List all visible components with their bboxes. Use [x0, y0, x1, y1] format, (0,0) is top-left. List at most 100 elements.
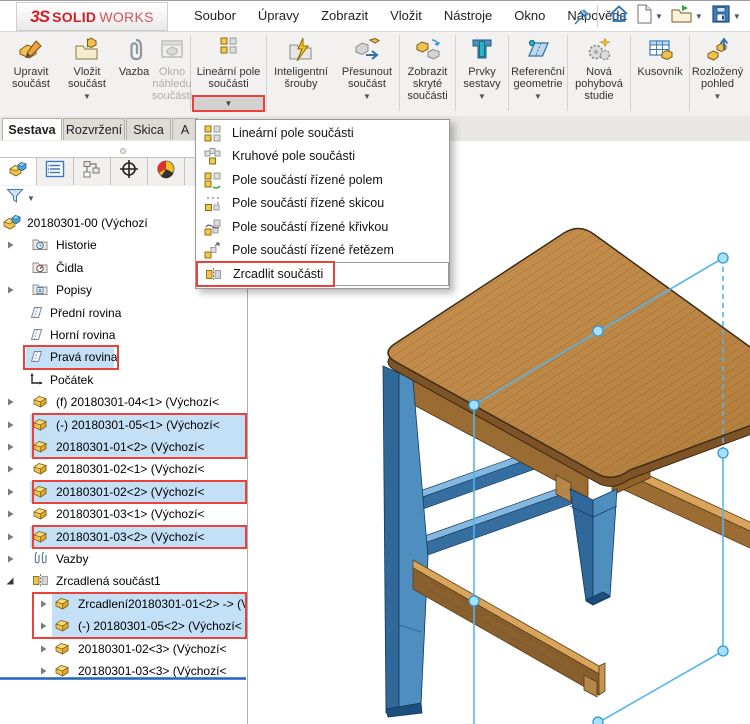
ribbon-button-referencni-geometrie[interactable]: Referenční geometrie ▼	[509, 32, 567, 114]
ribbon-button-label: Zobrazit skryté součásti	[407, 66, 448, 102]
ribbon-button-zobrazit-skryte-soucasti[interactable]: Zobrazit skryté součásti	[400, 32, 455, 114]
dropdown-caret-icon[interactable]: ▼	[655, 12, 663, 21]
ribbon-button-vazba[interactable]: Vazba	[114, 32, 154, 114]
tree-row[interactable]: Vazby	[0, 548, 247, 570]
expander-collapsed-icon[interactable]	[4, 486, 16, 498]
flyout-arrow-highlighted[interactable]: ▼	[192, 95, 265, 112]
doc-tab-rozvržení[interactable]: Rozvržení	[63, 118, 125, 140]
tree-item-label: Zrcadlená součást1	[56, 574, 161, 589]
menu-item-pole-sou-st-zen-et-zem[interactable]: Pole součástí řízené řetězem	[196, 239, 449, 262]
tree-row[interactable]: (-) 20180301-05<1> (Výchozí<	[0, 413, 247, 436]
folder-annot-icon: A	[32, 281, 48, 300]
ribbon-button-label: Vložit součást	[68, 66, 106, 90]
dropdown-caret-icon[interactable]: ▼	[733, 12, 741, 21]
expander-expanded-icon[interactable]	[4, 575, 16, 587]
menu-item-line-rn-pole-sou-sti[interactable]: Lineární pole součásti	[196, 122, 449, 145]
rollback-bar[interactable]	[0, 677, 246, 680]
menu-nstroje[interactable]: Nástroje	[433, 1, 503, 31]
linear-pattern-icon	[204, 125, 221, 145]
motion-study-icon	[586, 37, 612, 65]
menu-soubor[interactable]: Soubor	[183, 1, 247, 31]
expander-collapsed-icon[interactable]	[37, 598, 49, 610]
expander-collapsed-icon[interactable]	[4, 284, 16, 296]
ribbon-button-vlozit-soucast[interactable]: Vložit součást ▼	[60, 32, 114, 114]
home-button[interactable]	[606, 4, 632, 28]
ribbon-button-label: Lineární pole součásti	[196, 66, 261, 90]
expander-collapsed-icon[interactable]	[4, 463, 16, 475]
menu-item-pole-sou-st-zen-polem[interactable]: Pole součástí řízené polem	[196, 169, 449, 192]
expander-collapsed-icon[interactable]	[4, 508, 16, 520]
dropdown-caret-icon[interactable]: ▼	[695, 12, 703, 21]
logo-3s: 3S	[30, 6, 50, 26]
open-document-button[interactable]: ▼	[668, 4, 708, 28]
tree-item-label: 20180301-03<2> (Výchozí<	[56, 529, 205, 544]
menu-item-kruhov-pole-sou-sti[interactable]: Kruhové pole součásti	[196, 145, 449, 168]
flyout-arrow-icon[interactable]: ▼	[534, 92, 542, 101]
flyout-arrow-icon[interactable]: ▼	[478, 92, 486, 101]
menu-item-label: Pole součástí řízené polem	[232, 172, 383, 187]
save-button[interactable]: ▼	[708, 4, 746, 28]
flyout-arrow-icon[interactable]: ▼	[83, 92, 91, 101]
ribbon-button-presunout-soucast[interactable]: Přesunout součást ▼	[335, 32, 399, 114]
ribbon-button-upravit-soucast[interactable]: Upravit součást	[2, 32, 60, 114]
tree-row[interactable]: 20180301-03<2> (Výchozí<	[0, 525, 247, 548]
edit-part-icon	[18, 37, 44, 65]
tree-row[interactable]: Pravá rovina	[0, 346, 247, 369]
tree-item-label: (-) 20180301-05<2> (Výchozí<	[78, 619, 242, 634]
mirror-icon	[32, 572, 49, 591]
ribbon-button-prvky-sestavy[interactable]: Prvky sestavy ▼	[456, 32, 508, 114]
floating-wood-slat[interactable]	[412, 559, 606, 698]
expander-collapsed-icon[interactable]	[37, 665, 49, 677]
tree-item-label: 20180301-02<1> (Výchozí<	[56, 462, 205, 477]
new-document-button[interactable]: ▼	[632, 3, 668, 28]
ribbon-button-nova-pohybova-studie[interactable]: Nová pohybová studie	[568, 32, 630, 114]
expander-collapsed-icon[interactable]	[37, 620, 49, 632]
menu-pravy[interactable]: Úpravy	[247, 1, 310, 31]
doc-tab-sestava[interactable]: Sestava	[2, 118, 62, 140]
menu-okno[interactable]: Okno	[503, 1, 556, 31]
menu-item-pole-sou-st-zen-k-ivkou[interactable]: Pole součástí řízené křivkou	[196, 216, 449, 239]
tree-row[interactable]: Zrcadlená součást1	[0, 570, 247, 592]
expander-collapsed-icon[interactable]	[4, 239, 16, 251]
ribbon-button-kusovnik[interactable]: Kusovník	[631, 32, 689, 114]
tree-row[interactable]: 20180301-02<2> (Výchozí<	[0, 480, 247, 503]
folder-sensor-icon	[32, 259, 48, 278]
tree-row[interactable]: (f) 20180301-04<1> (Výchozí<	[0, 391, 247, 413]
menu-zobrazit[interactable]: Zobrazit	[310, 1, 379, 31]
expander-collapsed-icon[interactable]	[4, 396, 16, 408]
tree-row[interactable]: 20180301-02<1> (Výchozí<	[0, 458, 247, 480]
part-icon	[32, 460, 48, 479]
ribbon-button-inteligentni-srouby[interactable]: Inteligentní šrouby	[267, 32, 335, 114]
tree-row[interactable]: Počátek	[0, 369, 247, 391]
ribbon-button-linearni-pole-soucasti[interactable]: Lineární pole součásti ▼	[191, 32, 266, 114]
front-leg[interactable]	[569, 488, 618, 606]
plane-icon	[28, 326, 45, 346]
tree-row[interactable]: (-) 20180301-05<2> (Výchozí<	[0, 615, 247, 638]
folder-history-icon	[32, 236, 48, 255]
expander-collapsed-icon[interactable]	[4, 531, 16, 543]
tree-item-label: Zrcadlení20180301-01<2> -> (Vý	[78, 596, 247, 611]
tree-row[interactable]: 20180301-03<1> (Výchozí<	[0, 503, 247, 525]
menu-item-label: Pole součástí řízené křivkou	[232, 219, 389, 234]
tree-row[interactable]: Přední rovina	[0, 302, 247, 324]
pin-icon[interactable]	[572, 7, 592, 26]
menu-item-pole-sou-st-zen-skicou[interactable]: Pole součástí řízené skicou	[196, 192, 449, 215]
expander-collapsed-icon[interactable]	[4, 419, 16, 431]
expander-collapsed-icon[interactable]	[4, 553, 16, 565]
doc-tab-skica[interactable]: Skica	[126, 118, 171, 140]
expander-collapsed-icon[interactable]	[37, 643, 49, 655]
bom-icon	[647, 37, 673, 65]
ribbon-button-rozlozeny-pohled[interactable]: Rozložený pohled ▼	[690, 32, 745, 114]
left-leg[interactable]	[382, 365, 429, 718]
tree-row[interactable]: Zrcadlení20180301-01<2> -> (Vý	[0, 592, 247, 615]
linear-pattern-flyout-menu: Lineární pole součásti Kruhové pole součá…	[195, 119, 450, 289]
tree-row[interactable]: Horní rovina	[0, 324, 247, 346]
menu-item-zrcadlit-sou-sti[interactable]: Zrcadlit součásti	[196, 261, 449, 288]
expander-collapsed-icon[interactable]	[4, 441, 16, 453]
menu-vloit[interactable]: Vložit	[379, 1, 433, 31]
flyout-arrow-icon[interactable]: ▼	[714, 92, 722, 101]
tree-row[interactable]: 20180301-01<2> (Výchozí<	[0, 436, 247, 458]
tree-row[interactable]: 20180301-02<3> (Výchozí<	[0, 638, 247, 660]
flyout-arrow-icon[interactable]: ▼	[363, 92, 371, 101]
preview-window-icon	[159, 37, 185, 65]
